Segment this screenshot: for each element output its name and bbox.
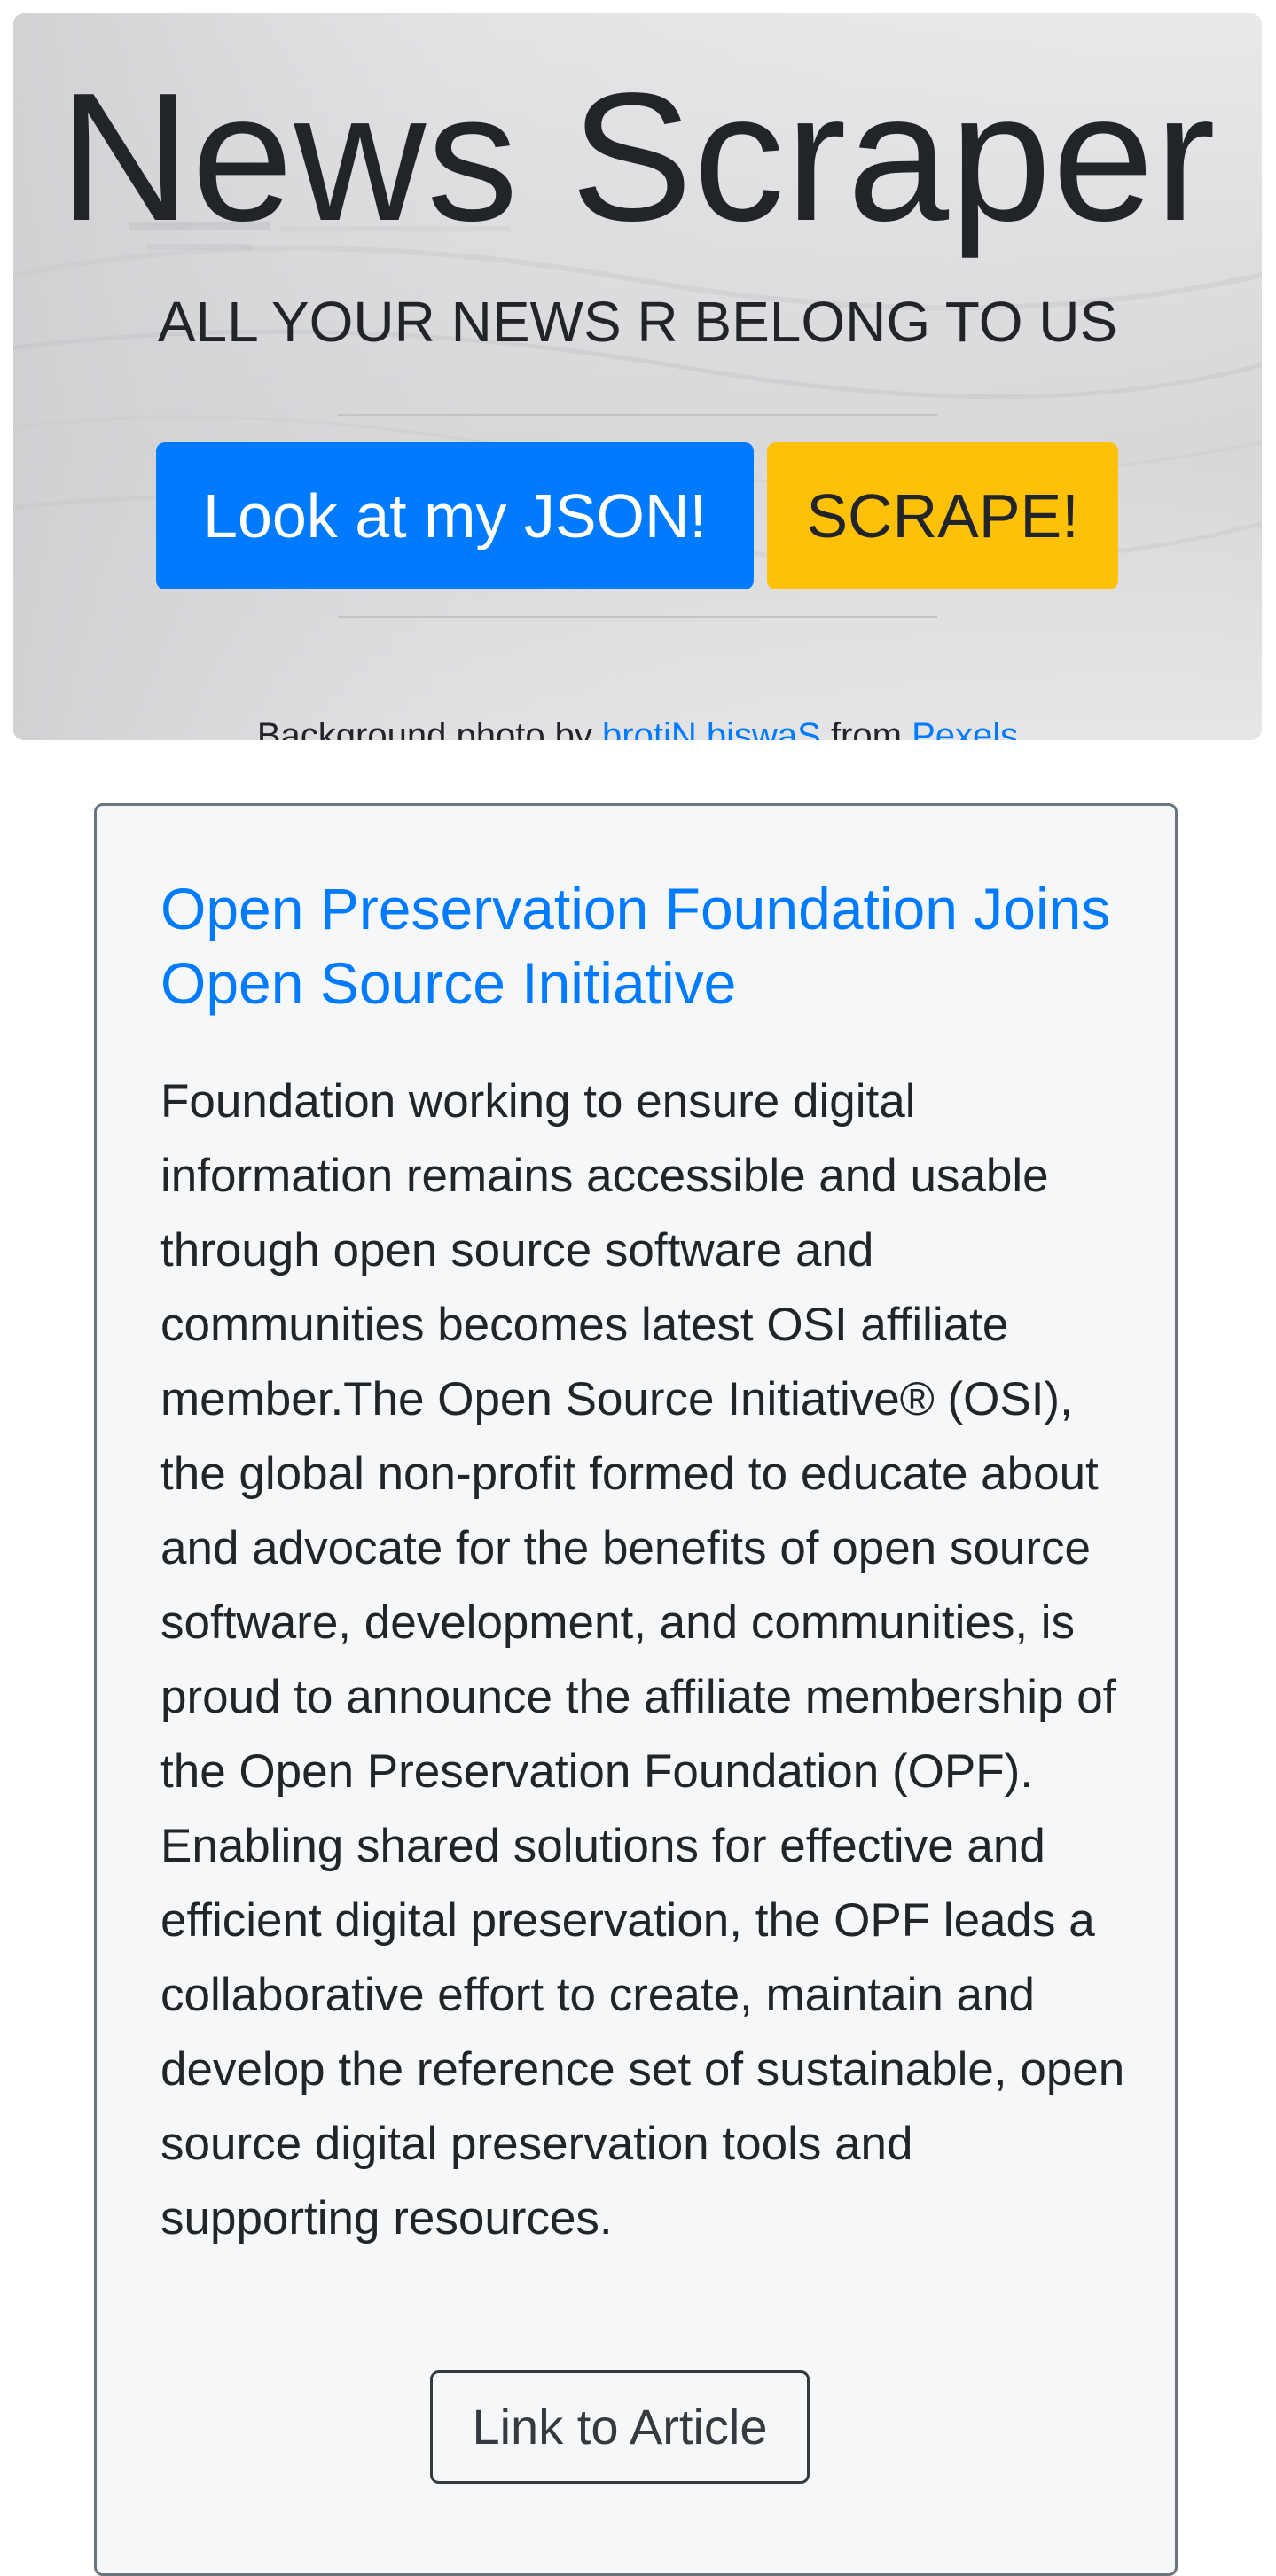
page-subtitle: ALL YOUR NEWS R BELONG TO US: [157, 290, 1118, 354]
divider-top: [338, 414, 937, 416]
article-summary: Foundation working to ensure digital inf…: [160, 1075, 1125, 2244]
photo-credit: Background photo by brotiN biswaS from P…: [13, 712, 1262, 740]
divider-bottom: [338, 616, 937, 618]
scrape-button[interactable]: SCRAPE!: [767, 442, 1118, 589]
photo-credit-middle: from: [830, 716, 902, 740]
article-title: Open Preservation Foundation Joins Open …: [160, 871, 1118, 1020]
header-jumbotron: News Scraper ALL YOUR NEWS R BELONG TO U…: [13, 13, 1262, 740]
photographer-link[interactable]: brotiN biswaS: [602, 716, 821, 740]
pexels-link[interactable]: Pexels: [912, 716, 1018, 740]
link-to-article-button[interactable]: Link to Article: [430, 2370, 810, 2484]
article-title-link[interactable]: Open Preservation Foundation Joins Open …: [160, 876, 1110, 1016]
page-title: News Scraper: [59, 55, 1217, 259]
view-json-button[interactable]: Look at my JSON!: [156, 442, 754, 589]
article-card: Open Preservation Foundation Joins Open …: [94, 803, 1178, 2576]
photo-credit-prefix: Background photo by: [256, 716, 592, 740]
